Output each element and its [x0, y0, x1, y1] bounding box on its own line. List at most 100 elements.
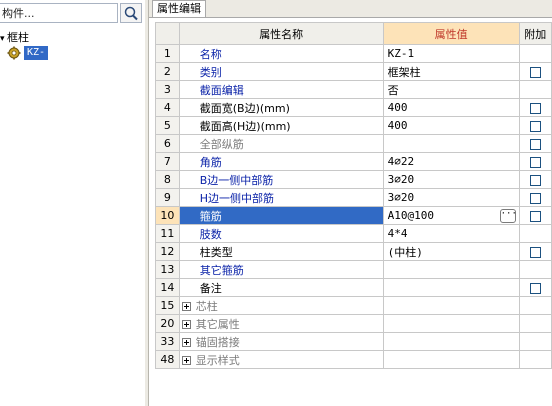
- extra-cell: [518, 296, 552, 315]
- property-name[interactable]: 类别: [178, 62, 384, 81]
- property-value[interactable]: 4⌀22: [382, 152, 520, 171]
- extra-cell: [518, 80, 552, 99]
- table-row[interactable]: 3 截面编辑 否: [155, 80, 552, 99]
- extra-checkbox[interactable]: [529, 174, 541, 186]
- group-name-cell[interactable]: 锚固搭接: [178, 332, 384, 351]
- row-number: 15: [155, 296, 180, 315]
- group-row[interactable]: 15 芯柱: [155, 296, 552, 315]
- property-name[interactable]: 截面高(H边)(mm): [178, 116, 384, 135]
- property-name[interactable]: 角筋: [178, 152, 384, 171]
- extra-checkbox[interactable]: [529, 282, 541, 294]
- property-value[interactable]: 4*4: [382, 224, 520, 243]
- component-tree-panel: 构件... ▾ 框柱 KZ-1: [0, 0, 146, 406]
- property-grid: 属性名称 属性值 附加 1 名称 KZ-1 2 类别 框架柱 3 截面编辑 否: [155, 22, 552, 369]
- row-number: 3: [155, 80, 180, 99]
- extra-cell: [518, 170, 552, 189]
- row-number: 20: [155, 314, 180, 333]
- search-bar: 构件...: [0, 3, 143, 25]
- row-number: 11: [155, 224, 180, 243]
- property-editor-panel: 属性编辑 属性名称 属性值 附加 1 名称 KZ-1 2 类别 框架柱 3 截面…: [149, 0, 552, 406]
- extra-cell: [518, 134, 552, 153]
- table-row[interactable]: 11 肢数 4*4: [155, 224, 552, 243]
- group-row[interactable]: 33 锚固搭接: [155, 332, 552, 351]
- expand-icon[interactable]: [181, 320, 191, 329]
- table-row[interactable]: 6 全部纵筋: [155, 134, 552, 153]
- group-row[interactable]: 48 显示样式: [155, 350, 552, 369]
- property-value[interactable]: 框架柱: [382, 62, 520, 81]
- property-name[interactable]: 箍筋: [178, 206, 384, 225]
- table-row[interactable]: 5 截面高(H边)(mm) 400: [155, 116, 552, 135]
- property-value-cell[interactable]: A10@100 ···: [382, 206, 520, 225]
- extra-checkbox[interactable]: [529, 102, 541, 114]
- property-name[interactable]: 全部纵筋: [178, 134, 384, 153]
- extra-cell: [518, 44, 552, 63]
- property-value[interactable]: KZ-1: [382, 44, 520, 63]
- property-value[interactable]: 否: [382, 80, 520, 99]
- extra-checkbox[interactable]: [529, 66, 541, 78]
- property-name[interactable]: H边一侧中部筋: [178, 188, 384, 207]
- table-row[interactable]: 4 截面宽(B边)(mm) 400: [155, 98, 552, 117]
- header-property-value[interactable]: 属性值: [382, 22, 520, 45]
- table-row[interactable]: 9 H边一侧中部筋 3⌀20: [155, 188, 552, 207]
- property-name[interactable]: 柱类型: [178, 242, 384, 261]
- property-value[interactable]: 3⌀20: [382, 170, 520, 189]
- table-row[interactable]: 8 B边一侧中部筋 3⌀20: [155, 170, 552, 189]
- property-value[interactable]: 400: [382, 116, 520, 135]
- expand-icon[interactable]: [181, 356, 191, 365]
- search-input[interactable]: 构件...: [0, 3, 118, 23]
- table-row[interactable]: 7 角筋 4⌀22: [155, 152, 552, 171]
- header-property-name[interactable]: 属性名称: [178, 22, 384, 45]
- group-name-cell[interactable]: 芯柱: [178, 296, 384, 315]
- extra-cell: [518, 314, 552, 333]
- property-value[interactable]: [382, 278, 520, 297]
- group-row[interactable]: 20 其它属性: [155, 314, 552, 333]
- extra-checkbox[interactable]: [529, 156, 541, 168]
- row-number: 14: [155, 278, 180, 297]
- table-row[interactable]: 14 备注: [155, 278, 552, 297]
- property-name[interactable]: 肢数: [178, 224, 384, 243]
- table-row[interactable]: 2 类别 框架柱: [155, 62, 552, 81]
- header-extra[interactable]: 附加: [518, 22, 552, 45]
- expand-icon[interactable]: [181, 302, 191, 311]
- property-name[interactable]: B边一侧中部筋: [178, 170, 384, 189]
- ellipsis-button[interactable]: ···: [499, 209, 517, 223]
- extra-checkbox[interactable]: [529, 192, 541, 204]
- group-name-cell[interactable]: 显示样式: [178, 350, 384, 369]
- grid-header-row: 属性名称 属性值 附加: [155, 22, 552, 45]
- property-name[interactable]: 名称: [178, 44, 384, 63]
- property-value[interactable]: (中柱): [382, 242, 520, 261]
- tree-child-label: KZ-1: [24, 46, 49, 72]
- extra-checkbox[interactable]: [529, 120, 541, 132]
- tree-node-frame-column[interactable]: ▾ 框柱: [0, 31, 29, 45]
- property-name[interactable]: 其它箍筋: [178, 260, 384, 279]
- expand-icon[interactable]: [181, 338, 191, 347]
- property-value[interactable]: [382, 134, 520, 153]
- extra-checkbox[interactable]: [529, 246, 541, 258]
- property-value[interactable]: 400: [382, 98, 520, 117]
- table-row[interactable]: 1 名称 KZ-1: [155, 44, 552, 63]
- group-name-cell[interactable]: 其它属性: [178, 314, 384, 333]
- row-number-header: [155, 22, 180, 45]
- property-name[interactable]: 截面编辑: [178, 80, 384, 99]
- tab-property-edit[interactable]: 属性编辑: [152, 0, 206, 17]
- row-number: 8: [155, 170, 180, 189]
- extra-cell: [518, 152, 552, 171]
- table-row[interactable]: 13 其它箍筋: [155, 260, 552, 279]
- property-value[interactable]: A10@100: [388, 209, 434, 222]
- property-name[interactable]: 截面宽(B边)(mm): [178, 98, 384, 117]
- property-value[interactable]: [382, 260, 520, 279]
- table-row[interactable]: 12 柱类型 (中柱): [155, 242, 552, 261]
- search-button[interactable]: [120, 3, 142, 23]
- row-number: 5: [155, 116, 180, 135]
- extra-checkbox[interactable]: [529, 210, 541, 222]
- table-row-selected[interactable]: 10 箍筋 A10@100 ···: [155, 206, 552, 225]
- extra-checkbox[interactable]: [529, 138, 541, 150]
- extra-cell: [518, 188, 552, 207]
- property-name[interactable]: 备注: [178, 278, 384, 297]
- group-name: 锚固搭接: [195, 335, 240, 349]
- group-name: 其它属性: [195, 317, 240, 331]
- search-icon: [124, 6, 138, 21]
- row-number: 2: [155, 62, 180, 81]
- property-value[interactable]: 3⌀20: [382, 188, 520, 207]
- tree-expander-icon[interactable]: ▾: [0, 32, 7, 46]
